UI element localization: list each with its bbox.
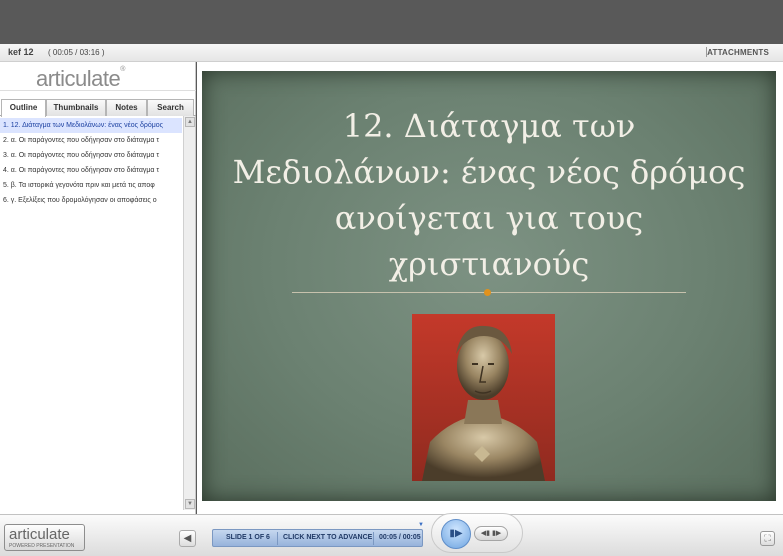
- outline-item-2[interactable]: 2. α. Οι παράγοντες που οδήγησαν στο διά…: [0, 133, 182, 148]
- tab-thumbnails[interactable]: Thumbnails: [46, 99, 106, 116]
- player-frame: kef 12 ( 00:05 / 03:16 ) ATTACHMENTS art…: [0, 0, 783, 556]
- slide-counter: SLIDE 1 OF 6: [226, 534, 270, 541]
- tab-outline[interactable]: Outline: [1, 99, 46, 117]
- scroll-down-icon[interactable]: ▼: [185, 499, 195, 509]
- control-bar: articulate POWERED PRESENTATION ◀ SLIDE …: [0, 513, 783, 556]
- tab-notes[interactable]: Notes: [106, 99, 147, 116]
- attachments-button[interactable]: ATTACHMENTS: [707, 48, 769, 57]
- advance-hint: CLICK NEXT TO ADVANCE: [283, 534, 373, 541]
- logo-text: articulate: [36, 66, 121, 91]
- title-rule-dot: [484, 289, 491, 296]
- presentation-title: kef 12: [8, 47, 34, 57]
- slide: 12. Διάταγμα των Μεδιολάνων: ένας νέος δ…: [202, 71, 776, 501]
- slide-time: 00:05 / 00:05: [379, 534, 421, 541]
- tab-search[interactable]: Search: [147, 99, 194, 116]
- divider: [0, 90, 196, 91]
- total-time: ( 00:05 / 03:16 ): [48, 48, 105, 57]
- sidebar: articulate® Outline Thumbnails Notes Sea…: [0, 62, 196, 514]
- navbar-caret-icon[interactable]: ▼: [418, 522, 424, 528]
- slide-stage: 12. Διάταγμα των Μεδιολάνων: ένας νέος δ…: [197, 62, 783, 514]
- top-bar: [0, 0, 783, 44]
- articulate-logo: articulate®: [36, 66, 125, 92]
- bottom-logo-text: articulate: [9, 526, 70, 543]
- playback-controls: ▮▶ ◀▮ ▮▶: [431, 513, 523, 553]
- slide-navbar[interactable]: SLIDE 1 OF 6 CLICK NEXT TO ADVANCE 00:05…: [212, 529, 423, 547]
- slide-title: 12. Διάταγμα των Μεδιολάνων: ένας νέος δ…: [232, 107, 746, 283]
- bottom-logo-subtext: POWERED PRESENTATION: [9, 543, 75, 549]
- outline-item-6[interactable]: 6. γ. Εξελίξεις που δρομολόγησαν οι αποφ…: [0, 193, 182, 208]
- volume-icon[interactable]: ◀: [179, 530, 196, 547]
- logo-mark: ®: [120, 66, 125, 73]
- divider: [373, 532, 374, 545]
- divider: [277, 532, 278, 545]
- statue-image: [412, 314, 555, 481]
- play-icon[interactable]: ▮▶: [441, 519, 471, 549]
- outline-list: 1. 12. Διάταγμα των Μεδιολάνων: ένας νέο…: [0, 118, 182, 510]
- statue-illustration: [422, 325, 545, 481]
- fullscreen-icon[interactable]: ⛶: [760, 531, 775, 546]
- outline-scrollbar[interactable]: ▲ ▼: [183, 116, 195, 510]
- title-bar: kef 12 ( 00:05 / 03:16 ) ATTACHMENTS: [0, 44, 783, 62]
- scroll-up-icon[interactable]: ▲: [185, 117, 195, 127]
- sidebar-tabs: Outline Thumbnails Notes Search: [0, 99, 196, 117]
- prev-icon[interactable]: ◀▮: [481, 530, 490, 537]
- outline-item-4[interactable]: 4. α. Οι παράγοντες που οδήγησαν στο διά…: [0, 163, 182, 178]
- skip-controls: ◀▮ ▮▶: [474, 526, 508, 541]
- outline-item-5[interactable]: 5. β. Τα ιστορικά γεγονότα πριν και μετά…: [0, 178, 182, 193]
- next-icon[interactable]: ▮▶: [492, 530, 501, 537]
- outline-item-3[interactable]: 3. α. Οι παράγοντες που οδήγησαν στο διά…: [0, 148, 182, 163]
- powered-by-logo: articulate POWERED PRESENTATION: [4, 524, 85, 551]
- outline-item-1[interactable]: 1. 12. Διάταγμα των Μεδιολάνων: ένας νέο…: [0, 118, 182, 133]
